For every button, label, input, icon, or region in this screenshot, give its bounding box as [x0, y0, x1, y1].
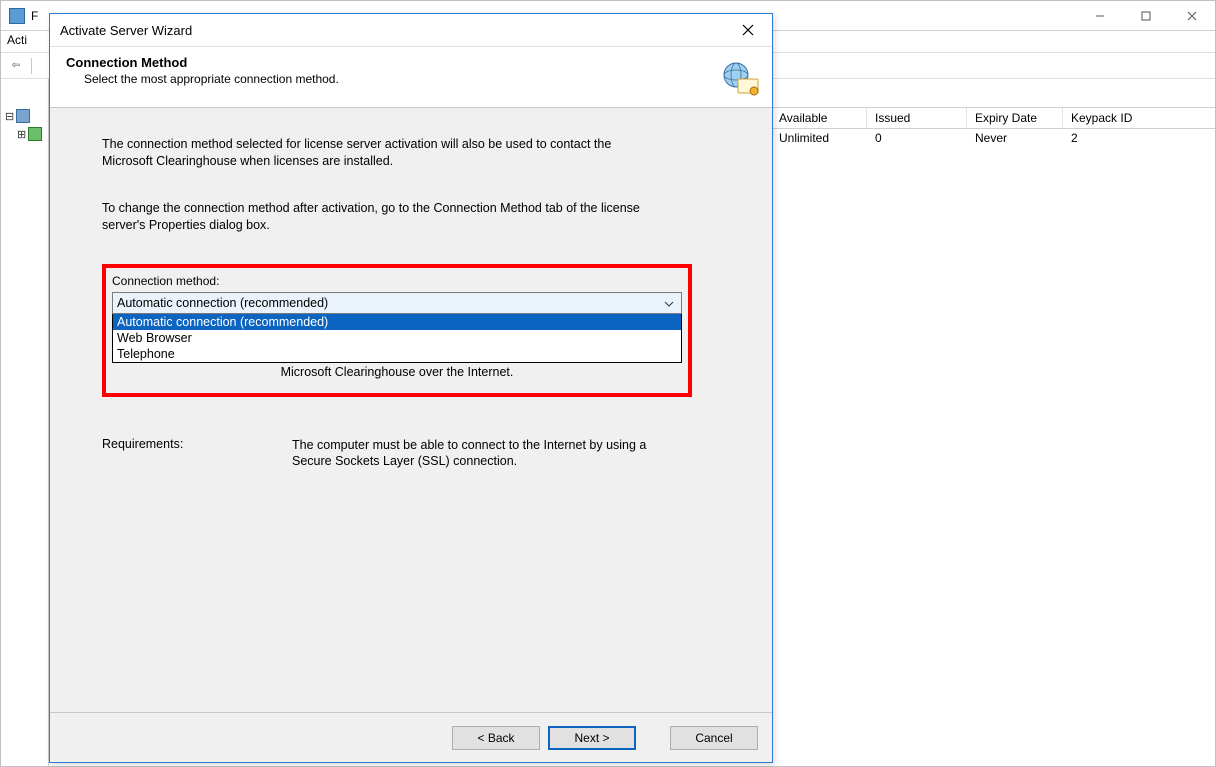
- maximize-button[interactable]: [1123, 1, 1169, 31]
- dropdown-option-web-browser[interactable]: Web Browser: [113, 330, 681, 346]
- wizard-header: Connection Method Select the most approp…: [50, 46, 772, 108]
- wizard-close-button[interactable]: [734, 16, 762, 44]
- requirements-row: Requirements: The computer must be able …: [102, 437, 720, 471]
- back-button[interactable]: < Back: [452, 726, 540, 750]
- wizard-title: Activate Server Wizard: [60, 23, 192, 38]
- col-available[interactable]: Available: [771, 108, 867, 128]
- tree-node-icon: [16, 109, 30, 123]
- requirements-label: Requirements:: [102, 437, 292, 471]
- tree-pane[interactable]: ⊟ ⊞: [1, 79, 49, 766]
- connection-method-highlight: Connection method: Automatic connection …: [102, 264, 692, 397]
- cell-keypack: 2: [1063, 129, 1215, 149]
- connection-method-label: Connection method:: [112, 274, 682, 288]
- globe-certificate-icon: [720, 59, 760, 99]
- chevron-down-icon: [661, 296, 677, 312]
- cancel-button[interactable]: Cancel: [670, 726, 758, 750]
- dropdown-selected-text: Automatic connection (recommended): [117, 296, 328, 310]
- wizard-paragraph-2: To change the connection method after ac…: [102, 200, 662, 234]
- menu-item-action[interactable]: Acti: [7, 33, 27, 47]
- activate-server-wizard: Activate Server Wizard Connection Method…: [49, 13, 773, 763]
- dropdown-option-automatic[interactable]: Automatic connection (recommended): [113, 314, 681, 330]
- connection-method-dropdown[interactable]: Automatic connection (recommended): [112, 292, 682, 314]
- wizard-footer: < Back Next > Cancel: [50, 712, 772, 762]
- minimize-button[interactable]: [1077, 1, 1123, 31]
- requirements-text: The computer must be able to connect to …: [292, 437, 672, 471]
- col-keypack[interactable]: Keypack ID: [1063, 108, 1215, 128]
- wizard-paragraph-1: The connection method selected for licen…: [102, 136, 662, 170]
- dropdown-options-list: Automatic connection (recommended) Web B…: [112, 314, 682, 363]
- dropdown-option-telephone[interactable]: Telephone: [113, 346, 681, 362]
- toolbar-separator: [31, 58, 32, 74]
- cell-available: Unlimited: [771, 129, 867, 149]
- close-button[interactable]: [1169, 1, 1215, 31]
- tree-server-icon: [28, 127, 42, 141]
- app-icon: [9, 8, 25, 24]
- cell-expiry: Never: [967, 129, 1063, 149]
- tree-root-row[interactable]: ⊟: [5, 109, 44, 123]
- tree-expand-icon[interactable]: ⊞: [17, 128, 26, 141]
- cell-issued: 0: [867, 129, 967, 149]
- toolbar-btn-1[interactable]: ⇦: [7, 57, 25, 75]
- wizard-header-title: Connection Method: [66, 55, 756, 70]
- col-expiry[interactable]: Expiry Date: [967, 108, 1063, 128]
- description-fragment: Microsoft Clearinghouse over the Interne…: [112, 365, 682, 379]
- wizard-titlebar[interactable]: Activate Server Wizard: [50, 14, 772, 46]
- tree-child-row[interactable]: ⊞: [5, 127, 44, 141]
- wizard-body: The connection method selected for licen…: [50, 108, 772, 712]
- tree-collapse-icon[interactable]: ⊟: [5, 110, 14, 123]
- wizard-header-subtitle: Select the most appropriate connection m…: [84, 72, 756, 86]
- window-controls: [1077, 1, 1215, 31]
- col-issued[interactable]: Issued: [867, 108, 967, 128]
- app-title-partial: F: [31, 9, 38, 23]
- next-button[interactable]: Next >: [548, 726, 636, 750]
